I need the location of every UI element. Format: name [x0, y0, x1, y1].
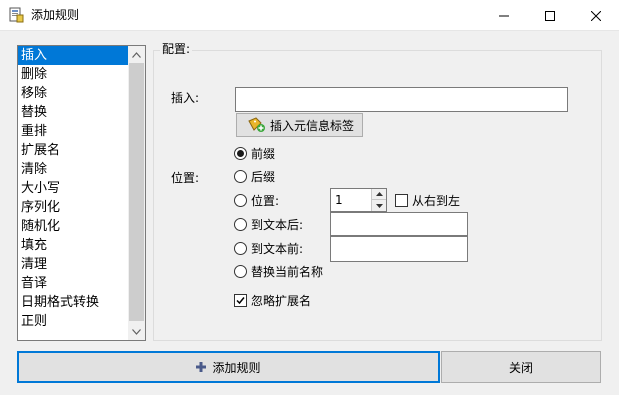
plus-icon [196, 362, 207, 372]
right-to-left-box[interactable] [395, 193, 408, 207]
scroll-thumb[interactable] [129, 63, 144, 321]
triangle-up-icon [375, 192, 383, 196]
list-item-case[interactable]: 大小写 [18, 179, 128, 198]
radio-position-label: 位置: [251, 193, 280, 208]
radio-replace-name-button[interactable] [234, 264, 247, 278]
radio-prefix-label: 前缀 [251, 146, 276, 161]
radio-before-text-button[interactable] [234, 241, 247, 255]
close-button-label: 关闭 [508, 360, 533, 375]
radio-suffix-label: 后缀 [251, 169, 276, 184]
list-item-remove[interactable]: 移除 [18, 84, 128, 103]
spinner-up-button[interactable] [371, 189, 386, 200]
list-item-strip[interactable]: 清除 [18, 160, 128, 179]
scroll-up-button[interactable] [128, 46, 145, 63]
radio-suffix-button[interactable] [234, 169, 247, 183]
maximize-icon [545, 10, 555, 21]
list-item-delete[interactable]: 删除 [18, 65, 128, 84]
ignore-extension-box[interactable] [234, 293, 247, 307]
radio-after-text[interactable]: 到文本后: [234, 216, 303, 232]
radio-after-text-button[interactable] [234, 217, 247, 231]
close-window-button[interactable] [573, 0, 619, 31]
list-item-serialize[interactable]: 序列化 [18, 198, 128, 217]
ignore-extension-checkbox[interactable]: 忽略扩展名 [234, 292, 311, 308]
scroll-down-button[interactable] [128, 323, 145, 340]
radio-after-text-label: 到文本后: [251, 217, 304, 232]
list-item-replace[interactable]: 替换 [18, 103, 128, 122]
list-item-insert[interactable]: 插入 [18, 46, 128, 65]
insert-input[interactable] [235, 87, 568, 112]
after-text-input[interactable] [330, 212, 468, 236]
app-icon [9, 7, 24, 23]
minimize-icon [499, 15, 509, 16]
radio-suffix[interactable]: 后缀 [234, 168, 275, 184]
rules-list[interactable]: 插入 删除 移除 替换 重排 扩展名 清除 大小写 序列化 随机化 填充 清理 … [17, 45, 146, 341]
ignore-extension-label: 忽略扩展名 [251, 293, 312, 308]
list-item-extension[interactable]: 扩展名 [18, 141, 128, 160]
list-item-transliterate[interactable]: 音译 [18, 274, 128, 293]
list-item-date-format[interactable]: 日期格式转换 [18, 293, 128, 312]
maximize-button[interactable] [527, 0, 573, 31]
spinner-down-button[interactable] [371, 200, 386, 211]
radio-replace-name[interactable]: 替换当前名称 [234, 263, 323, 279]
list-item-padding[interactable]: 填充 [18, 236, 128, 255]
triangle-down-icon [375, 203, 383, 208]
radio-position[interactable]: 位置: [234, 192, 279, 208]
add-rule-label: 添加规则 [212, 360, 261, 375]
insert-meta-tag-button[interactable]: 插入元信息标签 [236, 113, 363, 137]
window-title: 添加规则 [31, 8, 80, 22]
radio-replace-name-label: 替换当前名称 [251, 264, 324, 279]
close-button[interactable]: 关闭 [441, 351, 601, 383]
list-item-randomize[interactable]: 随机化 [18, 217, 128, 236]
radio-prefix[interactable]: 前缀 [234, 145, 275, 161]
list-item-rearrange[interactable]: 重排 [18, 122, 128, 141]
radio-prefix-button[interactable] [234, 146, 247, 160]
minimize-button[interactable] [481, 0, 527, 31]
checkmark-icon [236, 296, 245, 304]
position-spinner[interactable]: 1 [330, 188, 387, 212]
radio-before-text[interactable]: 到文本前: [234, 240, 303, 256]
list-scrollbar[interactable] [128, 46, 145, 340]
insert-meta-tag-label: 插入元信息标签 [270, 118, 355, 133]
radio-position-button[interactable] [234, 193, 247, 207]
position-spinner-value[interactable]: 1 [335, 192, 343, 208]
rules-list-items: 插入 删除 移除 替换 重排 扩展名 清除 大小写 序列化 随机化 填充 清理 … [18, 46, 128, 331]
list-item-regex[interactable]: 正则 [18, 312, 128, 331]
insert-label: 插入: [171, 91, 200, 105]
right-to-left-checkbox[interactable]: 从右到左 [395, 192, 460, 208]
position-label: 位置: [171, 171, 200, 185]
chevron-down-icon [132, 328, 141, 335]
list-item-cleanup[interactable]: 清理 [18, 255, 128, 274]
tag-plus-icon [248, 117, 265, 132]
close-icon [591, 10, 601, 21]
radio-before-text-label: 到文本前: [251, 241, 304, 256]
config-group-title: 配置: [160, 42, 193, 57]
add-rule-button[interactable]: 添加规则 [17, 351, 440, 383]
chevron-up-icon [132, 51, 141, 58]
right-to-left-label: 从右到左 [412, 193, 461, 208]
title-bar: 添加规则 [0, 0, 619, 31]
before-text-input[interactable] [330, 236, 468, 262]
